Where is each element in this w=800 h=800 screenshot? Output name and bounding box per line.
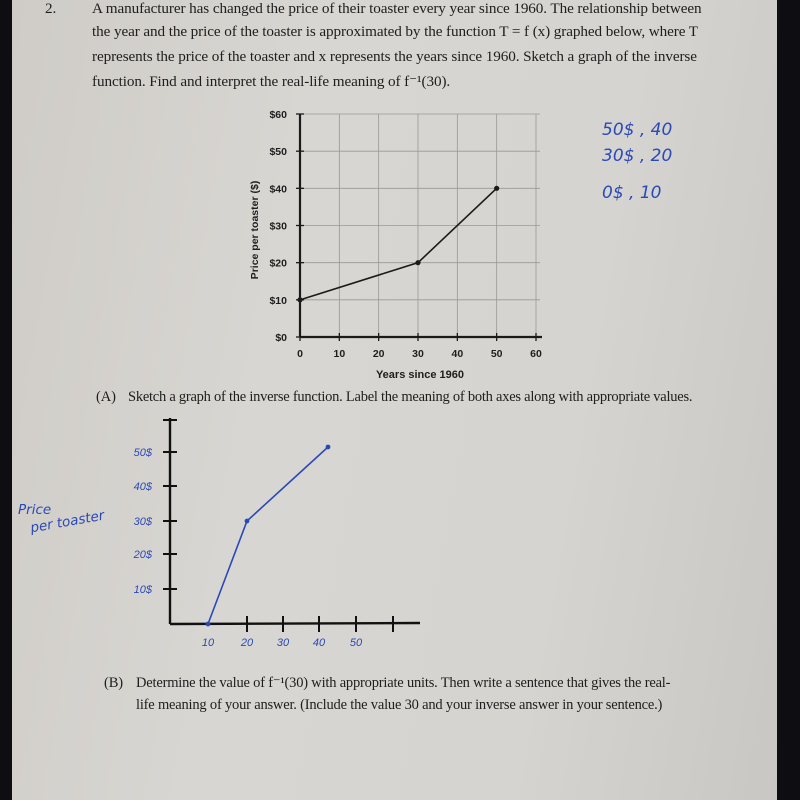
sketch-y-tick-label: 20$ xyxy=(133,549,153,561)
sketch-y-tick-label: 30$ xyxy=(134,516,153,528)
sketch-y-tick-labels: 10$ 20$ 30$ 40$ 50$ xyxy=(133,447,153,596)
sketch-y-tick-label: 50$ xyxy=(134,447,153,459)
sketch-y-tick-label: 10$ xyxy=(134,584,153,596)
sketch-x-tick-label: 20 xyxy=(240,637,254,649)
part-b-label: (B) xyxy=(104,675,124,691)
part-b-line-2: life meaning of your answer. (Include th… xyxy=(136,697,663,713)
sketch-x-tick-label: 50 xyxy=(350,637,363,649)
sketch-x-tick-label: 30 xyxy=(277,637,290,649)
sketch-point xyxy=(205,621,211,627)
sketch-series xyxy=(205,444,331,627)
part-b-line-1: Determine the value of f⁻¹(30) with appr… xyxy=(136,675,671,691)
sketch-x-tick-labels: 10 20 30 40 50 xyxy=(202,637,363,649)
sketch-y-tick-label: 40$ xyxy=(134,481,153,493)
sketch-point xyxy=(325,444,331,450)
sketch-x-tick-label: 10 xyxy=(202,637,215,649)
sketch-axes xyxy=(163,418,421,632)
sketch-line xyxy=(207,446,329,625)
sketch-point xyxy=(244,518,250,524)
worksheet-page: 2. A manufacturer has changed the price … xyxy=(12,0,777,800)
sketch-x-tick-label: 40 xyxy=(313,637,326,649)
